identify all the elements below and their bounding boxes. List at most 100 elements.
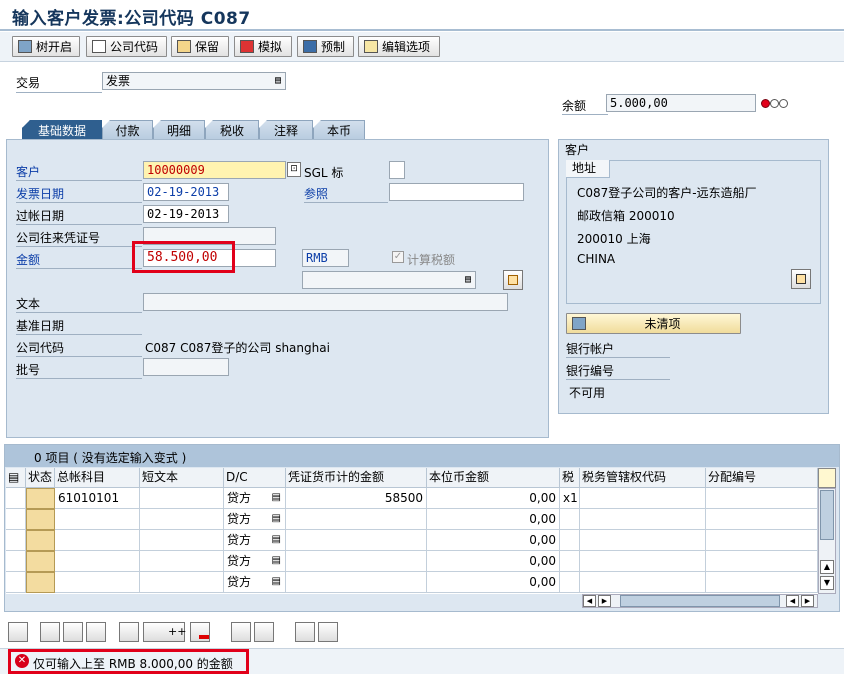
- insert-row-icon[interactable]: [119, 622, 139, 642]
- tab-local-currency[interactable]: 本币: [313, 120, 365, 139]
- scroll-down-icon[interactable]: ▼: [820, 576, 834, 590]
- row-selector[interactable]: [6, 572, 26, 593]
- row-selector[interactable]: [6, 488, 26, 509]
- tree-on-button[interactable]: 树开启: [12, 36, 80, 57]
- col-tax-jurisdiction[interactable]: 税务管辖权代码: [580, 468, 706, 488]
- invoice-date-input[interactable]: 02-19-2013: [143, 183, 229, 201]
- tab-payment[interactable]: 付款: [102, 120, 153, 139]
- hold-button[interactable]: 保留: [171, 36, 229, 57]
- tax-jurisdiction-cell[interactable]: [580, 530, 706, 551]
- col-gl-account[interactable]: 总帐科目: [55, 468, 140, 488]
- find-icon[interactable]: [8, 622, 28, 642]
- paste-icon[interactable]: [254, 622, 274, 642]
- dropdown-icon[interactable]: ▤: [465, 272, 471, 288]
- select-block-icon[interactable]: [86, 622, 106, 642]
- tab-notes[interactable]: 注释: [259, 120, 313, 139]
- posting-date-input[interactable]: 02-19-2013: [143, 205, 229, 223]
- row-selector[interactable]: [6, 509, 26, 530]
- company-code-button[interactable]: 公司代码: [86, 36, 167, 57]
- debit-credit-cell[interactable]: 贷方 ▤: [224, 572, 286, 593]
- doc-amount-cell[interactable]: 58500: [286, 488, 427, 509]
- scroll-right-icon[interactable]: ◀: [786, 595, 799, 607]
- scroll-up-icon[interactable]: ▲: [820, 560, 834, 574]
- tax-code-cell[interactable]: [560, 530, 580, 551]
- col-assignment[interactable]: 分配编号: [706, 468, 818, 488]
- tax-code-cell[interactable]: x1: [560, 488, 580, 509]
- batch-input[interactable]: [143, 358, 229, 376]
- tax-jurisdiction-cell[interactable]: [580, 509, 706, 530]
- short-text-cell[interactable]: [140, 488, 224, 509]
- select-all-icon[interactable]: [40, 622, 60, 642]
- doc-amount-cell[interactable]: [286, 551, 427, 572]
- dropdown-icon[interactable]: ▤: [272, 509, 281, 529]
- grid-config-icon[interactable]: ▤: [6, 468, 26, 488]
- tab-details[interactable]: 明细: [153, 120, 205, 139]
- dropdown-icon[interactable]: ▤: [272, 572, 281, 592]
- dropdown-icon[interactable]: ▤: [272, 530, 281, 550]
- tax-code-cell[interactable]: [560, 509, 580, 530]
- gl-account-cell[interactable]: [55, 572, 140, 593]
- short-text-cell[interactable]: [140, 530, 224, 551]
- delete-row-icon[interactable]: [190, 622, 210, 642]
- insert-multiple-rows-icon[interactable]: ++: [143, 622, 186, 642]
- gl-account-cell[interactable]: [55, 530, 140, 551]
- gl-account-cell[interactable]: 61010101: [55, 488, 140, 509]
- short-text-cell[interactable]: [140, 572, 224, 593]
- assignment-cell[interactable]: [706, 551, 818, 572]
- tax-jurisdiction-cell[interactable]: [580, 551, 706, 572]
- dropdown-icon[interactable]: ▤: [275, 73, 281, 89]
- debit-credit-cell[interactable]: 贷方 ▤: [224, 509, 286, 530]
- sgl-indicator-input[interactable]: [389, 161, 405, 179]
- doc-amount-cell[interactable]: [286, 530, 427, 551]
- transaction-select[interactable]: 发票 ▤: [102, 72, 286, 90]
- column-settings-icon[interactable]: [818, 468, 836, 488]
- tax-code-select[interactable]: ▤: [302, 271, 476, 289]
- col-doc-currency-amount[interactable]: 凭证货币计的金额: [286, 468, 427, 488]
- currency-field[interactable]: RMB: [302, 249, 349, 267]
- scroll-first-icon[interactable]: ◀: [583, 595, 596, 607]
- vertical-scroll-thumb[interactable]: [820, 490, 834, 540]
- assignment-cell[interactable]: [706, 488, 818, 509]
- park-button[interactable]: 预制: [297, 36, 354, 57]
- tab-tax[interactable]: 税收: [205, 120, 259, 139]
- customer-search-help-icon[interactable]: ⊡: [287, 162, 301, 177]
- scroll-left-icon[interactable]: ▶: [598, 595, 611, 607]
- tax-detail-icon[interactable]: [503, 270, 523, 290]
- reference-input[interactable]: [389, 183, 524, 201]
- doc-amount-cell[interactable]: [286, 572, 427, 593]
- filter-icon[interactable]: [318, 622, 338, 642]
- scroll-last-icon[interactable]: ▶: [801, 595, 814, 607]
- text-input[interactable]: [143, 293, 508, 311]
- assignment-cell[interactable]: [706, 572, 818, 593]
- short-text-cell[interactable]: [140, 551, 224, 572]
- assignment-cell[interactable]: [706, 509, 818, 530]
- col-debit-credit[interactable]: D/C: [224, 468, 286, 488]
- simulate-button[interactable]: 模拟: [234, 36, 292, 57]
- col-tax[interactable]: 税: [560, 468, 580, 488]
- tax-jurisdiction-cell[interactable]: [580, 572, 706, 593]
- gl-account-cell[interactable]: [55, 509, 140, 530]
- tax-jurisdiction-cell[interactable]: [580, 488, 706, 509]
- debit-credit-cell[interactable]: 贷方 ▤: [224, 488, 286, 509]
- assignment-cell[interactable]: [706, 530, 818, 551]
- col-status[interactable]: 状态: [26, 468, 55, 488]
- row-selector[interactable]: [6, 551, 26, 572]
- col-local-amount[interactable]: 本位币金额: [427, 468, 560, 488]
- col-short-text[interactable]: 短文本: [140, 468, 224, 488]
- dropdown-icon[interactable]: ▤: [272, 488, 281, 508]
- tax-code-cell[interactable]: [560, 572, 580, 593]
- sort-ascending-icon[interactable]: [295, 622, 315, 642]
- tax-code-cell[interactable]: [560, 551, 580, 572]
- dropdown-icon[interactable]: ▤: [272, 551, 281, 571]
- tab-basic-data[interactable]: 基础数据: [22, 120, 102, 139]
- short-text-cell[interactable]: [140, 509, 224, 530]
- calculate-tax-checkbox[interactable]: ✓: [392, 251, 404, 263]
- edit-options-button[interactable]: 编辑选项: [358, 36, 440, 57]
- debit-credit-cell[interactable]: 贷方 ▤: [224, 530, 286, 551]
- row-selector[interactable]: [6, 530, 26, 551]
- customer-input[interactable]: 10000009: [143, 161, 286, 179]
- debit-credit-cell[interactable]: 贷方 ▤: [224, 551, 286, 572]
- copy-icon[interactable]: [231, 622, 251, 642]
- gl-account-cell[interactable]: [55, 551, 140, 572]
- doc-amount-cell[interactable]: [286, 509, 427, 530]
